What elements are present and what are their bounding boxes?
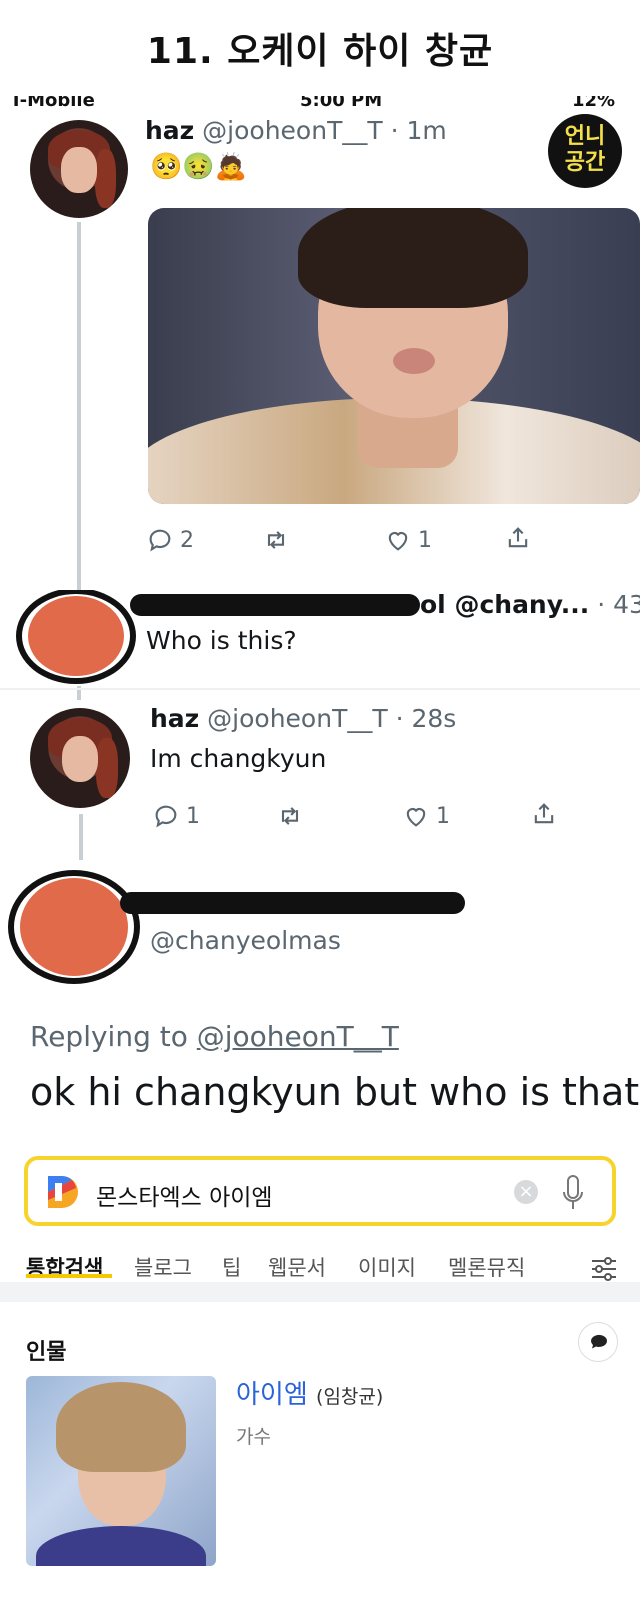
reply-count: 2 — [180, 527, 194, 553]
avatar[interactable] — [30, 120, 128, 218]
person-name-link[interactable]: 아이엠 (임창균) — [236, 1374, 383, 1411]
like-button[interactable]: 1 — [384, 526, 432, 554]
redacted-avatar — [8, 870, 140, 984]
mic-icon[interactable] — [562, 1174, 584, 1212]
reply-tweet-1[interactable]: ol @chany... · 43 Who is this? — [0, 590, 640, 686]
tab-melon[interactable]: 멜론뮤직 — [448, 1252, 525, 1282]
reply-1-text: Who is this? — [146, 626, 297, 655]
heart-icon — [406, 808, 426, 827]
section-separator — [0, 1282, 640, 1302]
tweet-2-text: Im changkyun — [150, 744, 327, 773]
share-button[interactable] — [530, 800, 558, 828]
tweet-1-header: haz @jooheonT__T · 1m — [145, 116, 447, 145]
status-bar: T-Mobile 5:00 PM 12% — [0, 96, 640, 114]
like-button[interactable]: 1 — [402, 802, 450, 830]
page-title: 11. 오케이 하이 창균 — [146, 31, 494, 72]
chat-bubble-icon — [590, 1334, 607, 1349]
daum-logo-icon — [48, 1176, 78, 1208]
reply-2-text: ok hi changkyun but who is that — [30, 1070, 640, 1114]
reply-1-header: ol @chany... · 43 — [420, 590, 640, 619]
share-button[interactable] — [504, 524, 532, 552]
avatar[interactable] — [30, 708, 130, 808]
tab-blog[interactable]: 블로그 — [134, 1252, 192, 1282]
tweet-photo[interactable] — [148, 208, 640, 504]
reply-2-handle[interactable]: @chanyeolmas — [150, 926, 341, 955]
redacted-name — [120, 892, 465, 914]
person-photo[interactable] — [26, 1376, 216, 1566]
retweet-button[interactable] — [276, 802, 304, 830]
retweet-button[interactable] — [262, 526, 290, 554]
carrier: T-Mobile — [10, 96, 95, 111]
person-real-name: (임창균) — [316, 1386, 384, 1408]
handle[interactable]: @jooheonT__T — [207, 704, 387, 733]
section-title: 인물 — [26, 1340, 67, 1365]
page-title-bar: 11. 오케이 하이 창균 — [0, 0, 640, 98]
search-box[interactable]: 몬스타엑스 아이엠 × — [24, 1156, 616, 1226]
comment-button[interactable] — [578, 1322, 618, 1362]
redacted-avatar — [16, 590, 136, 684]
share-icon — [534, 803, 554, 824]
tab-image[interactable]: 이미지 — [358, 1252, 416, 1282]
replying-to: Replying to @jooheonT__T — [30, 1020, 399, 1053]
handle[interactable]: ol @chany... — [420, 590, 589, 619]
handle[interactable]: @jooheonT__T — [202, 116, 382, 145]
retweet-icon — [281, 807, 299, 825]
tweet-2[interactable]: haz @jooheonT__T · 28s Im changkyun 1 1 — [0, 700, 640, 868]
reply-tweet-2[interactable]: @chanyeolmas Replying to @jooheonT__T ok… — [0, 860, 640, 1144]
person-occupation: 가수 — [236, 1426, 271, 1448]
heart-icon — [388, 532, 408, 551]
divider — [0, 688, 640, 690]
reply-button[interactable]: 1 — [152, 802, 200, 830]
retweet-icon — [267, 531, 285, 549]
watermark-badge: 언니 공간 — [548, 114, 622, 188]
timestamp: · 1m — [390, 116, 447, 145]
battery: 12% — [572, 96, 616, 111]
search-screenshot: 몬스타엑스 아이엠 × 통합검색 블로그 팁 웹문서 이미지 멜론뮤직 인물 아… — [0, 1144, 640, 1624]
redacted-name — [130, 594, 420, 616]
clear-icon[interactable]: × — [514, 1180, 538, 1204]
display-name[interactable]: haz — [150, 704, 199, 733]
like-count: 1 — [418, 527, 432, 553]
reply-count: 1 — [186, 803, 200, 829]
search-input[interactable]: 몬스타엑스 아이엠 — [96, 1178, 273, 1212]
display-name[interactable]: haz — [145, 116, 194, 145]
reply-icon — [149, 529, 171, 552]
clock: 5:00 PM — [300, 96, 383, 111]
share-icon — [508, 527, 528, 548]
active-tab-indicator — [26, 1274, 112, 1278]
reply-icon — [155, 805, 177, 828]
tweet-1-text: 🥺🤢🙇 — [150, 152, 248, 182]
tweet-2-header: haz @jooheonT__T · 28s — [150, 704, 456, 733]
replying-to-link[interactable]: @jooheonT__T — [197, 1020, 399, 1053]
timestamp: · 28s — [395, 704, 457, 733]
reply-button[interactable]: 2 — [146, 526, 194, 554]
tab-tip[interactable]: 팁 — [222, 1252, 241, 1282]
filter-icon[interactable] — [590, 1256, 618, 1282]
like-count: 1 — [436, 803, 450, 829]
timestamp: · 43 — [597, 590, 640, 619]
tab-web[interactable]: 웹문서 — [268, 1252, 326, 1282]
